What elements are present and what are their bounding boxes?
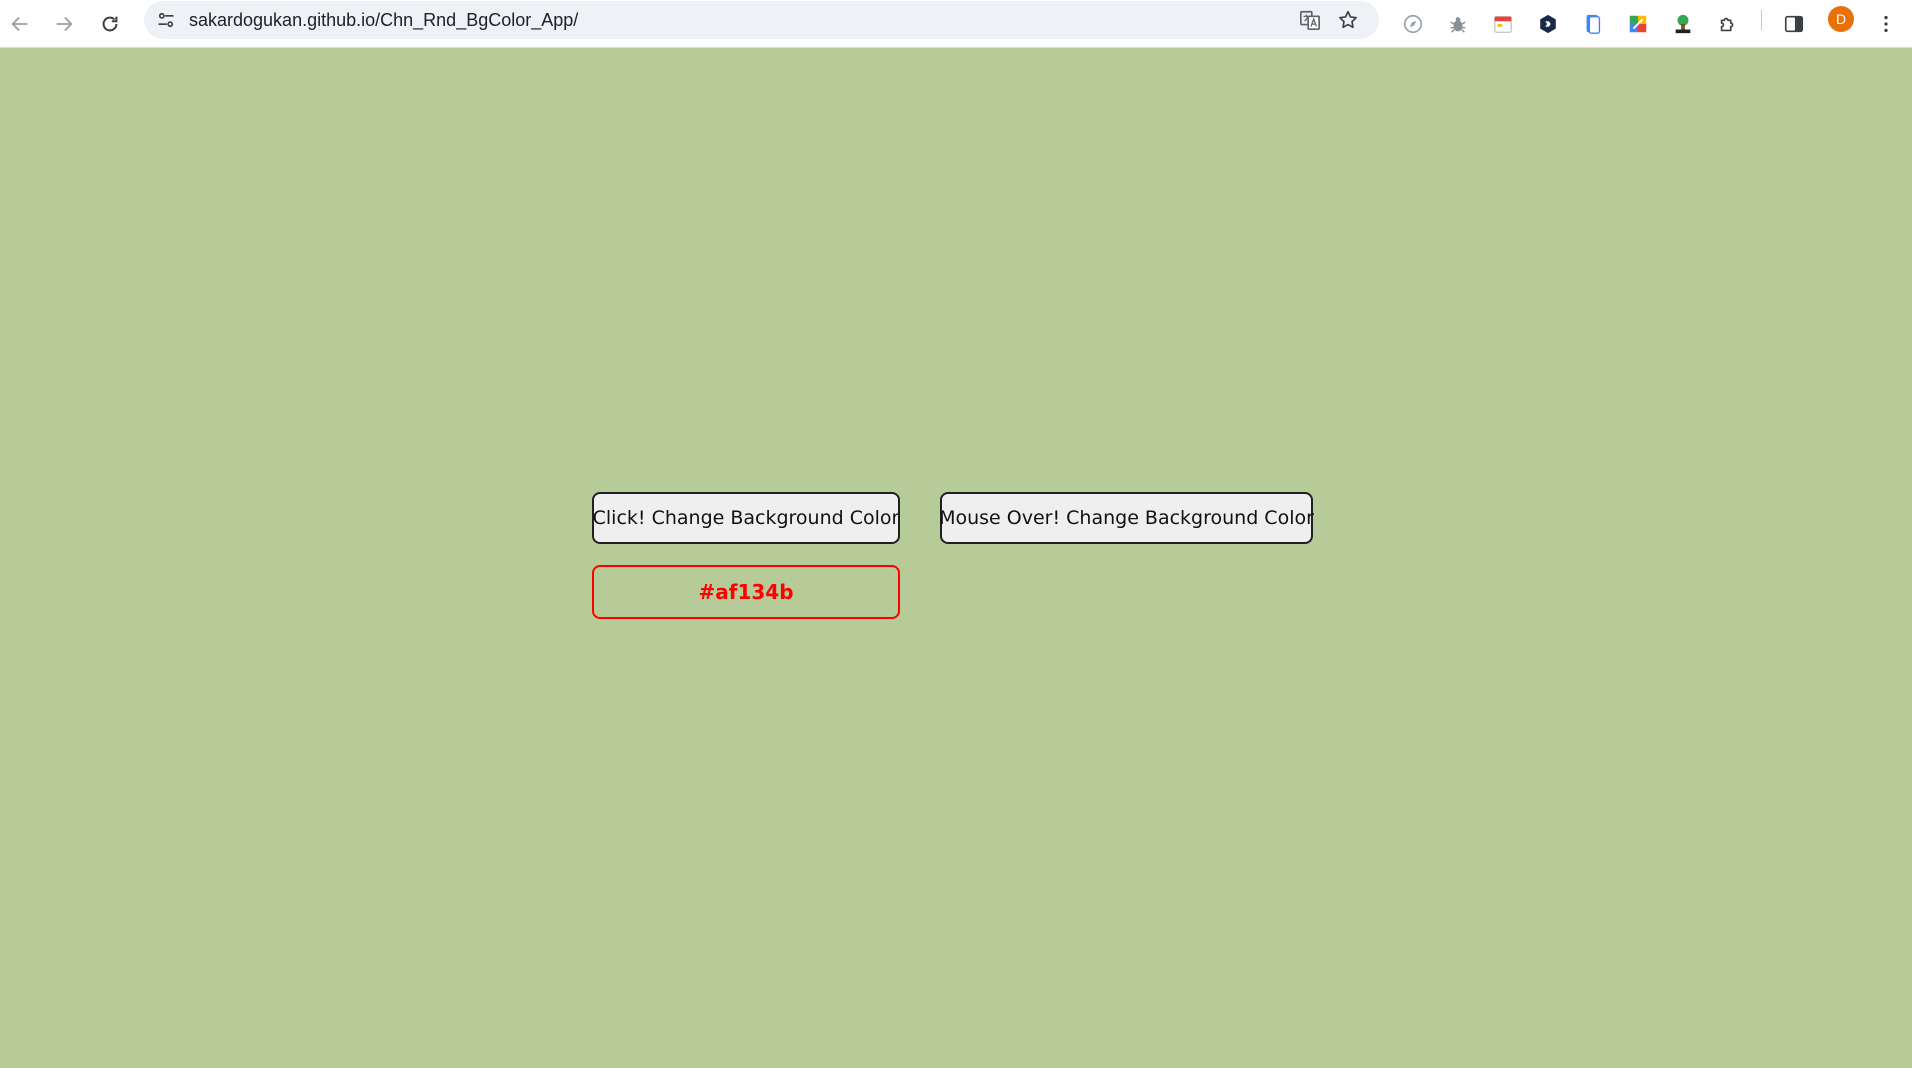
page-body: Click! Change Background Color Mouse Ove… — [0, 48, 1912, 1068]
extension-calendar[interactable] — [1485, 6, 1521, 42]
forward-arrow-icon — [56, 16, 73, 32]
address-bar[interactable]: sakardogukan.github.io/Chn_Rnd_BgColor_A… — [144, 1, 1379, 39]
extensions-menu-button[interactable] — [1710, 6, 1746, 42]
bookmark-star-icon — [1339, 10, 1357, 29]
compass-icon — [1403, 14, 1423, 34]
tree-icon — [1675, 14, 1691, 34]
color-code-text: #af134b — [698, 580, 794, 604]
phone-icon — [1586, 14, 1601, 34]
browser-menu-button[interactable] — [1868, 6, 1904, 42]
reload-icon — [102, 16, 118, 32]
toolbar-divider — [1761, 10, 1762, 30]
more-vertical-icon — [1884, 15, 1888, 33]
click-change-color-button[interactable]: Click! Change Background Color — [592, 492, 900, 544]
extension-hexagon[interactable] — [1530, 6, 1566, 42]
color-grid-icon — [1629, 15, 1647, 33]
reload-button[interactable] — [92, 6, 128, 42]
hexagon-icon — [1540, 14, 1556, 34]
extension-phone[interactable] — [1575, 6, 1611, 42]
mouseover-change-color-button[interactable]: Mouse Over! Change Background Color — [939, 492, 1314, 544]
extension-bug[interactable] — [1440, 6, 1476, 42]
puzzle-icon — [1720, 17, 1734, 32]
color-code-display: #af134b — [592, 565, 900, 619]
browser-toolbar: sakardogukan.github.io/Chn_Rnd_BgColor_A… — [0, 0, 1912, 48]
profile-avatar[interactable]: D — [1828, 6, 1854, 32]
bug-icon — [1450, 17, 1466, 33]
side-panel-icon — [1784, 15, 1804, 33]
url-text[interactable]: sakardogukan.github.io/Chn_Rnd_BgColor_A… — [189, 10, 578, 31]
site-info-button[interactable] — [152, 6, 180, 34]
extension-tree[interactable] — [1665, 6, 1701, 42]
extension-color-grid[interactable] — [1620, 6, 1656, 42]
forward-button[interactable] — [46, 6, 82, 42]
site-info-icon — [158, 12, 174, 28]
calendar-icon — [1494, 15, 1512, 33]
bookmark-button[interactable] — [1334, 6, 1362, 34]
back-button[interactable] — [2, 6, 38, 42]
translate-icon — [1300, 10, 1320, 30]
side-panel-button[interactable] — [1776, 6, 1812, 42]
extension-compass[interactable] — [1395, 6, 1431, 42]
translate-button[interactable] — [1296, 6, 1324, 34]
back-arrow-icon — [11, 16, 28, 32]
